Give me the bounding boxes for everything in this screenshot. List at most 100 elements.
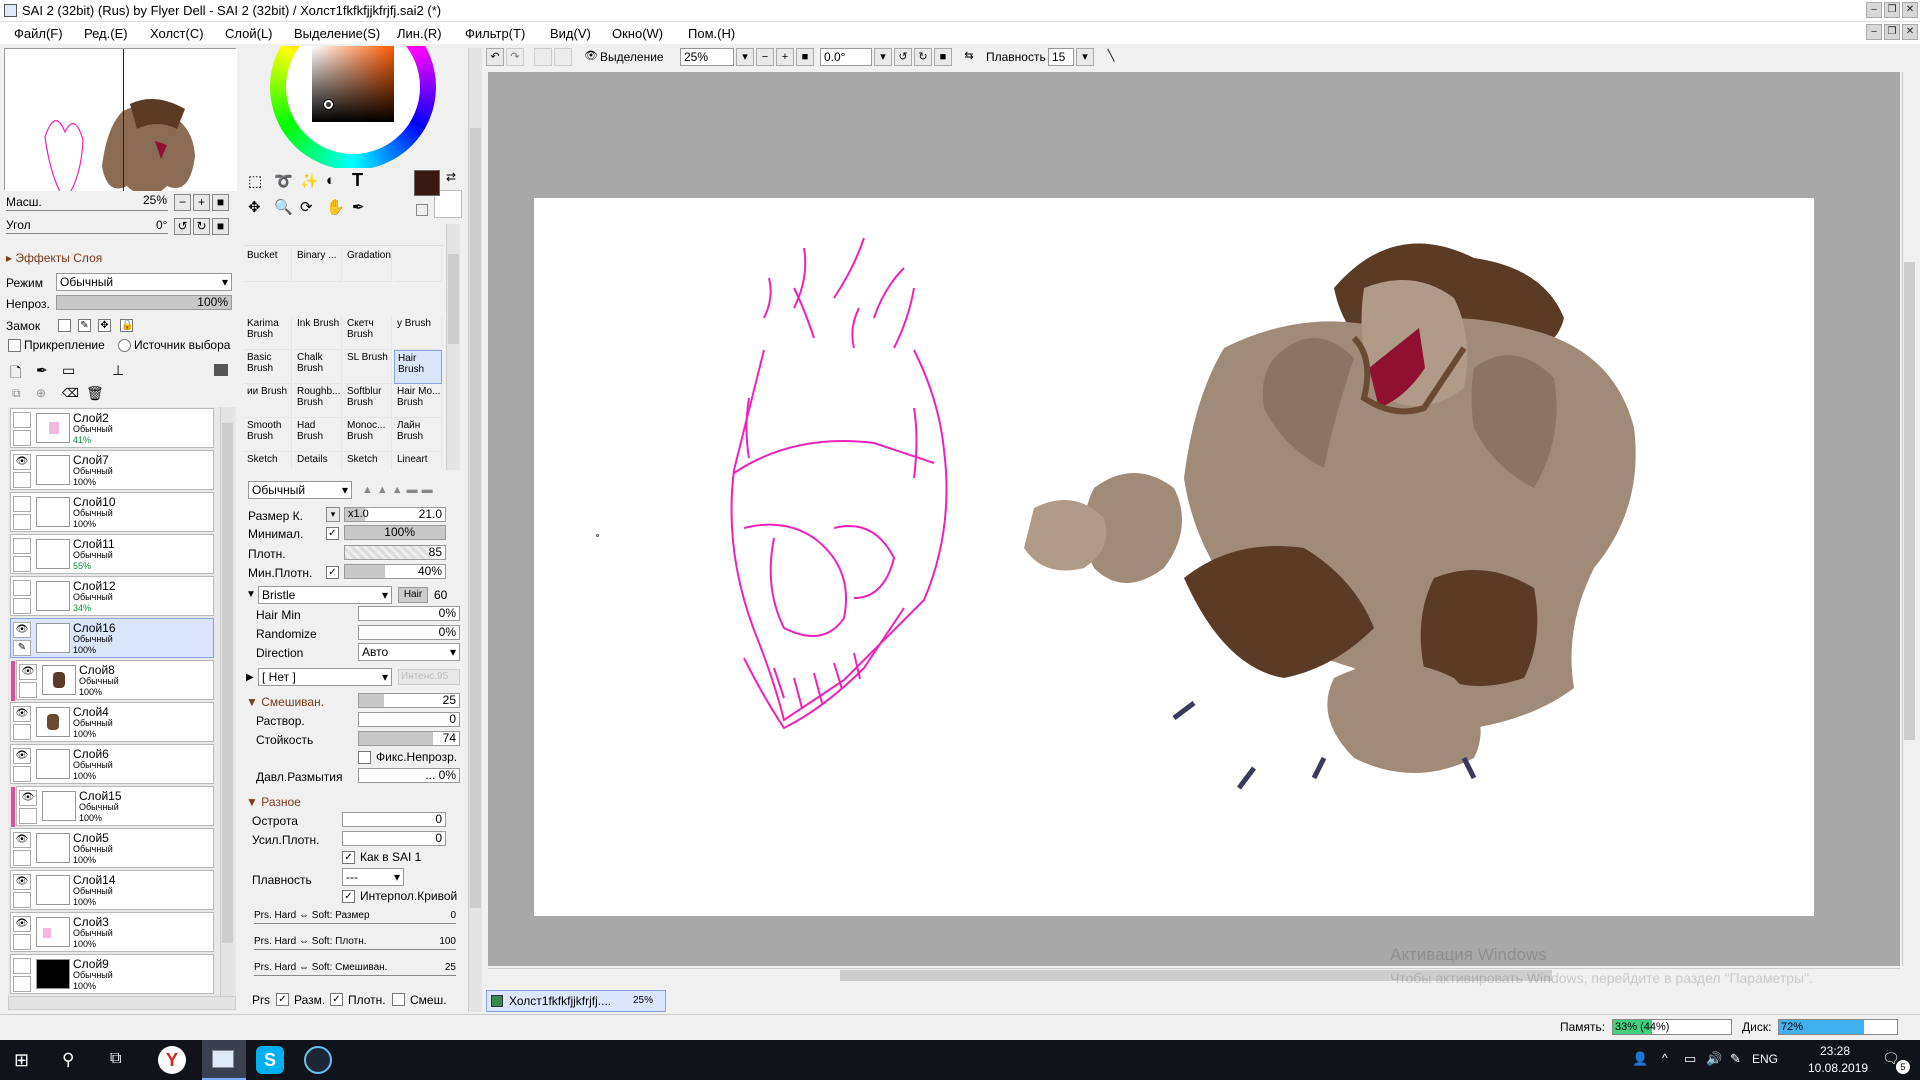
canvas-vscroll-thumb[interactable] bbox=[1904, 262, 1915, 740]
zoom-reset-button[interactable]: ■ bbox=[796, 48, 814, 66]
direction-select[interactable]: Авто ▾ bbox=[358, 643, 460, 661]
min-density-checkbox[interactable]: ✓ bbox=[326, 566, 339, 579]
density-slider[interactable]: 85 bbox=[344, 545, 446, 560]
eye-icon[interactable]: 👁 bbox=[13, 748, 31, 764]
brush-roughb[interactable]: Roughb... Brush bbox=[294, 384, 342, 418]
layer-item[interactable]: 👁 Слой6 Обычный 100% bbox=[10, 744, 214, 784]
color-picker-cursor[interactable] bbox=[324, 100, 333, 109]
scale-plus-button[interactable]: + bbox=[193, 194, 210, 211]
prs-density-row[interactable]: Prs. Hard ⇔ Soft: Плотн. 100 bbox=[254, 936, 456, 950]
eye-icon[interactable]: 👁 bbox=[13, 622, 31, 638]
text-tool-icon[interactable]: T bbox=[352, 170, 363, 191]
network-icon[interactable]: ▭ bbox=[1684, 1051, 1696, 1067]
canvas-paper[interactable] bbox=[534, 198, 1814, 916]
clear-layer-icon[interactable]: ⌫ bbox=[62, 386, 79, 400]
visibility-toggle[interactable] bbox=[13, 496, 31, 512]
lasso-icon[interactable]: ➰ bbox=[274, 172, 293, 190]
eye-icon[interactable]: 👁 bbox=[13, 916, 31, 932]
brush-sketch[interactable]: Sketch bbox=[244, 452, 292, 470]
layer-item[interactable]: 👁 Слой3 Обычный 100% bbox=[10, 912, 214, 952]
yandex-browser-icon[interactable]: Y bbox=[158, 1046, 186, 1074]
menu-layer[interactable]: Слой(L) bbox=[225, 26, 273, 41]
layer-item[interactable]: Слой12 Обычный 34% bbox=[10, 576, 214, 616]
document-tab[interactable]: Холст1fkfkfjjkfrjfj.... 25% bbox=[486, 990, 666, 1012]
vector-layer-icon[interactable]: ⊥ bbox=[112, 362, 124, 379]
brush-u[interactable]: у Brush bbox=[394, 316, 442, 350]
flip-icon[interactable]: ⇆ bbox=[960, 48, 978, 66]
swap-colors-icon[interactable]: ⇄ bbox=[446, 170, 456, 184]
eye-icon[interactable]: 👁 bbox=[19, 790, 37, 806]
rotate-left-button[interactable]: ↺ bbox=[894, 48, 912, 66]
rotate-reset-nav-button[interactable]: ■ bbox=[212, 218, 229, 235]
fix-opacity-checkbox[interactable] bbox=[358, 751, 371, 764]
prs-mix-checkbox[interactable] bbox=[392, 993, 405, 1006]
shapes-icon[interactable]: ◐ bbox=[326, 172, 335, 189]
density-boost-slider[interactable]: 0 bbox=[342, 831, 446, 846]
layer-item-selected[interactable]: 👁 ✎ Слой16 Обычный 100% bbox=[10, 618, 214, 658]
scale-reset-button[interactable]: ■ bbox=[212, 194, 229, 211]
curve-interp-checkbox[interactable]: ✓ bbox=[342, 890, 355, 903]
brush-hair-selected[interactable]: Hair Brush bbox=[394, 350, 442, 384]
scale-minus-button[interactable]: − bbox=[174, 194, 191, 211]
brush-binary[interactable]: Binary ... bbox=[294, 248, 342, 282]
menu-file[interactable]: Файл(F) bbox=[14, 26, 63, 41]
merge-down-icon[interactable]: ⊕ bbox=[36, 386, 46, 400]
angle-dropdown-icon[interactable]: ▾ bbox=[874, 48, 892, 66]
min-size-checkbox[interactable]: ✓ bbox=[326, 527, 339, 540]
eye-icon[interactable]: 👁 bbox=[13, 454, 31, 470]
brush-lain[interactable]: Лайн Brush bbox=[394, 418, 442, 452]
smooth-select[interactable]: 15 bbox=[1048, 48, 1074, 66]
misc-section[interactable]: ▼ Разное bbox=[246, 795, 301, 809]
zoom-out-button[interactable]: − bbox=[756, 48, 774, 66]
volume-icon[interactable]: 🔊 bbox=[1706, 1051, 1722, 1067]
brush-scrollbar[interactable] bbox=[446, 224, 460, 470]
rotate-right-nav-button[interactable]: ↻ bbox=[193, 218, 210, 235]
triangle-down-icon[interactable]: ▼ bbox=[246, 589, 256, 600]
invert-selection-button[interactable] bbox=[554, 48, 572, 66]
angle-select[interactable]: 0.0° bbox=[820, 48, 872, 66]
visibility-toggle[interactable] bbox=[13, 958, 31, 974]
layer-item[interactable]: Слой10 Обычный 100% bbox=[10, 492, 214, 532]
brush-shape-presets[interactable]: ▲▲▲▬▬ bbox=[362, 484, 437, 496]
maximize-button[interactable]: ❐ bbox=[1884, 2, 1900, 18]
shape-tag[interactable]: Hair bbox=[398, 587, 428, 603]
brush-chalk[interactable]: Chalk Brush bbox=[294, 350, 342, 384]
minimize-button[interactable]: – bbox=[1866, 2, 1882, 18]
tool-panel-scroll-thumb[interactable] bbox=[470, 128, 481, 908]
dilution-slider[interactable]: 0 bbox=[358, 712, 460, 727]
undo-button[interactable]: ↶ bbox=[486, 48, 504, 66]
rotate-tool-icon[interactable]: ⟳ bbox=[300, 198, 313, 216]
texture-intensity[interactable]: Интенс.95 bbox=[398, 669, 460, 685]
zoom-select[interactable]: 25% bbox=[680, 48, 734, 66]
smooth-dropdown-icon[interactable]: ▾ bbox=[1076, 48, 1094, 66]
menu-view[interactable]: Вид(V) bbox=[550, 26, 591, 41]
eye-icon[interactable]: 👁 bbox=[13, 832, 31, 848]
hand-icon[interactable]: ✋ bbox=[326, 198, 345, 216]
brush-bucket[interactable]: Bucket bbox=[244, 248, 292, 282]
doc-minimize-button[interactable]: – bbox=[1866, 24, 1882, 40]
brush-softblur[interactable]: Softblur Brush bbox=[344, 384, 392, 418]
selection-source-radio[interactable] bbox=[118, 339, 131, 352]
zoom-in-button[interactable]: + bbox=[776, 48, 794, 66]
rotate-left-nav-button[interactable]: ↺ bbox=[174, 218, 191, 235]
persistence-slider[interactable]: 74 bbox=[358, 731, 460, 746]
eyedropper-icon[interactable]: ✒ bbox=[352, 198, 365, 216]
layer-menu-icon[interactable] bbox=[214, 364, 228, 376]
sai1-checkbox[interactable]: ✓ bbox=[342, 851, 355, 864]
min-density-slider[interactable]: 40% bbox=[344, 564, 446, 579]
prs-size-row[interactable]: Prs. Hard ⇔ Soft: Размер 0 bbox=[254, 910, 456, 924]
rect-select-icon[interactable]: ⬚ bbox=[248, 172, 262, 190]
size-slider[interactable]: x1.0 21.0 bbox=[344, 507, 446, 522]
visibility-toggle[interactable] bbox=[13, 580, 31, 596]
menu-help[interactable]: Пом.(H) bbox=[688, 26, 735, 41]
clock-time[interactable]: 23:28 bbox=[1820, 1044, 1850, 1058]
brush-details[interactable]: Details bbox=[294, 452, 342, 470]
brush-gradation[interactable]: Gradation bbox=[344, 248, 392, 282]
layers-hscrollbar[interactable] bbox=[8, 996, 236, 1010]
layer-item[interactable]: Слой11 Обычный 55% bbox=[10, 534, 214, 574]
canvas-vscrollbar[interactable] bbox=[1902, 72, 1916, 966]
brush-sl[interactable]: SL Brush bbox=[344, 350, 392, 384]
people-icon[interactable]: 👤 bbox=[1632, 1051, 1648, 1067]
search-icon[interactable]: ⚲ bbox=[62, 1050, 74, 1070]
mixing-section[interactable]: ▼ Смешиван. bbox=[246, 695, 324, 709]
